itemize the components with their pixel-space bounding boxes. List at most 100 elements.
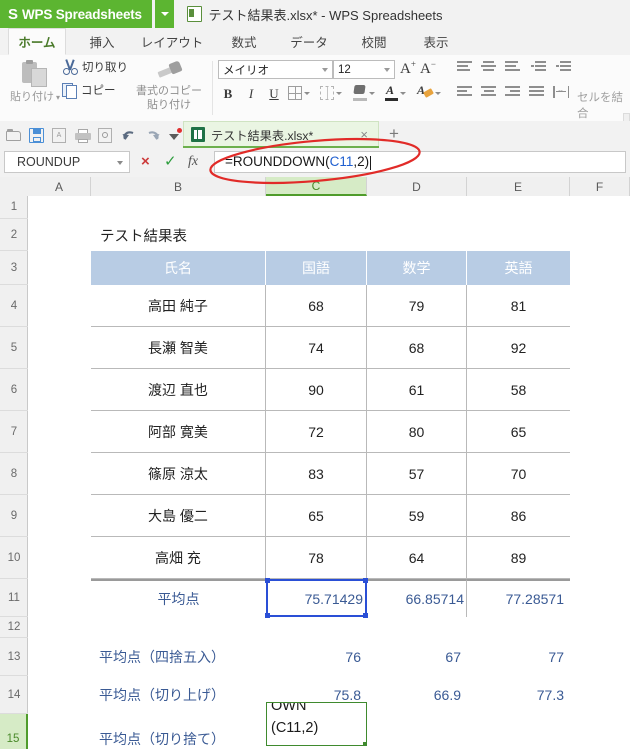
decrease-font-size-button[interactable]: A− — [420, 59, 436, 78]
cell-C3-header[interactable]: 国語 — [266, 251, 367, 285]
row-header-13[interactable]: 13 — [0, 638, 28, 676]
tab-data[interactable]: データ — [280, 28, 338, 55]
table-cell[interactable]: 58 — [467, 369, 570, 411]
font-size-select[interactable]: 12 — [333, 60, 395, 79]
table-cell[interactable]: 80 — [367, 411, 467, 453]
open-icon[interactable] — [6, 127, 22, 143]
column-header-c[interactable]: C — [266, 177, 367, 196]
column-header-e[interactable]: E — [467, 177, 570, 196]
cell-B13-round-label[interactable]: 平均点（四捨五入） — [91, 638, 266, 676]
table-cell[interactable]: 89 — [467, 537, 570, 579]
chevron-down-icon[interactable] — [322, 68, 328, 72]
print-preview-icon[interactable] — [98, 127, 114, 143]
bold-button[interactable]: B — [220, 85, 236, 103]
chevron-down-icon[interactable] — [336, 91, 342, 95]
cell-B11-average-label[interactable]: 平均点 — [91, 579, 266, 617]
chevron-down-icon[interactable] — [400, 91, 406, 95]
justify-button[interactable] — [529, 86, 544, 98]
cell-B3-header[interactable]: 氏名 — [91, 251, 266, 285]
cell-C13-round[interactable]: 76 — [266, 638, 367, 676]
align-center-button[interactable] — [481, 86, 496, 98]
table-cell[interactable]: 81 — [467, 285, 570, 327]
table-cell[interactable]: 92 — [467, 327, 570, 369]
table-cell[interactable]: 79 — [367, 285, 467, 327]
align-right-button[interactable] — [505, 86, 520, 98]
cell-E11-average[interactable]: 77.28571 — [467, 579, 570, 617]
print-icon[interactable] — [75, 127, 91, 143]
fill-color-button[interactable] — [353, 85, 375, 101]
row-header-9[interactable]: 9 — [0, 495, 28, 537]
font-color-button[interactable]: A — [385, 83, 406, 101]
row-header-12[interactable]: 12 — [0, 617, 28, 638]
cell-D11-average[interactable]: 66.85714 — [367, 579, 467, 617]
table-cell[interactable]: 90 — [266, 369, 367, 411]
paste-button[interactable]: 貼り付け ▾ — [8, 57, 62, 119]
align-middle-button[interactable] — [481, 61, 496, 73]
table-cell[interactable]: 74 — [266, 327, 367, 369]
customize-icon[interactable] — [167, 127, 183, 143]
row-header-10[interactable]: 10 — [0, 537, 28, 579]
tab-home[interactable]: ホーム — [8, 28, 66, 55]
cancel-formula-button[interactable]: × — [141, 154, 150, 170]
cell-E14-roundup[interactable]: 77.3 — [467, 676, 570, 714]
cell-B2-title[interactable]: テスト結果表 — [91, 219, 266, 251]
active-cell-editor[interactable]: OWN (C11,2) — [266, 702, 367, 746]
formula-input[interactable]: =ROUNDDOWN(C11,2) — [214, 151, 626, 173]
row-header-5[interactable]: 5 — [0, 327, 28, 369]
align-bottom-button[interactable] — [505, 61, 520, 73]
row-header-1[interactable]: 1 — [0, 196, 28, 219]
cell-B14-roundup-label[interactable]: 平均点（切り上げ） — [91, 676, 266, 714]
cell-E13-round[interactable]: 77 — [467, 638, 570, 676]
table-cell[interactable]: 78 — [266, 537, 367, 579]
new-tab-button[interactable]: + — [389, 125, 399, 142]
row-header-2[interactable]: 2 — [0, 219, 28, 251]
table-row[interactable]: 渡辺 直也 — [91, 369, 266, 411]
column-header-b[interactable]: B — [91, 177, 266, 196]
paste-caret-icon[interactable]: ▾ — [56, 93, 60, 102]
row-header-8[interactable]: 8 — [0, 453, 28, 495]
table-row[interactable]: 長瀬 智美 — [91, 327, 266, 369]
column-header-f[interactable]: F — [570, 177, 630, 196]
tab-formulas[interactable]: 数式 — [218, 28, 270, 55]
table-cell[interactable]: 68 — [266, 285, 367, 327]
increase-font-size-button[interactable]: A+ — [400, 59, 416, 78]
decrease-indent-button[interactable] — [531, 61, 546, 73]
cell-C11-average[interactable]: 75.71429 — [266, 579, 367, 617]
clear-format-button[interactable]: A — [417, 83, 441, 101]
row-header-14[interactable]: 14 — [0, 676, 28, 714]
copy-button[interactable]: コピー — [62, 81, 116, 99]
sheet-tab[interactable]: テスト結果表.xlsx* × — [183, 121, 379, 147]
align-left-button[interactable] — [457, 86, 472, 98]
format-painter-button[interactable]: 書式のコピー 貼り付け — [128, 57, 210, 119]
chevron-down-icon[interactable] — [384, 68, 390, 72]
close-icon[interactable]: × — [360, 128, 368, 141]
table-cell[interactable]: 86 — [467, 495, 570, 537]
row-header-6[interactable]: 6 — [0, 369, 28, 411]
column-header-d[interactable]: D — [367, 177, 467, 196]
column-header-a[interactable]: A — [28, 177, 91, 196]
increase-indent-button[interactable] — [556, 61, 571, 73]
fill-handle[interactable] — [363, 742, 366, 745]
name-box[interactable]: ROUNDUP — [4, 151, 130, 173]
table-row[interactable]: 篠原 涼太 — [91, 453, 266, 495]
font-family-select[interactable]: メイリオ — [218, 60, 333, 79]
table-cell[interactable]: 65 — [467, 411, 570, 453]
row-header-11[interactable]: 11 — [0, 579, 28, 617]
table-row[interactable]: 阿部 寛美 — [91, 411, 266, 453]
chevron-down-icon[interactable] — [304, 91, 310, 95]
undo-icon[interactable] — [121, 127, 137, 143]
italic-button[interactable]: I — [243, 85, 259, 103]
cell-E3-header[interactable]: 英語 — [467, 251, 570, 285]
confirm-formula-button[interactable]: ✓ — [164, 154, 177, 170]
chevron-down-icon[interactable] — [369, 91, 375, 95]
tab-insert[interactable]: 挿入 — [78, 28, 126, 55]
cell-D14-roundup[interactable]: 66.9 — [367, 676, 467, 714]
table-cell[interactable]: 59 — [367, 495, 467, 537]
row-header-7[interactable]: 7 — [0, 411, 28, 453]
cell-B15-rounddown-label[interactable]: 平均点（切り捨て） — [91, 714, 266, 749]
table-row[interactable]: 大島 優二 — [91, 495, 266, 537]
redo-icon[interactable] — [144, 127, 160, 143]
chevron-down-icon[interactable] — [435, 91, 441, 95]
export-pdf-icon[interactable]: A — [52, 127, 68, 143]
tab-view[interactable]: 表示 — [410, 28, 462, 55]
